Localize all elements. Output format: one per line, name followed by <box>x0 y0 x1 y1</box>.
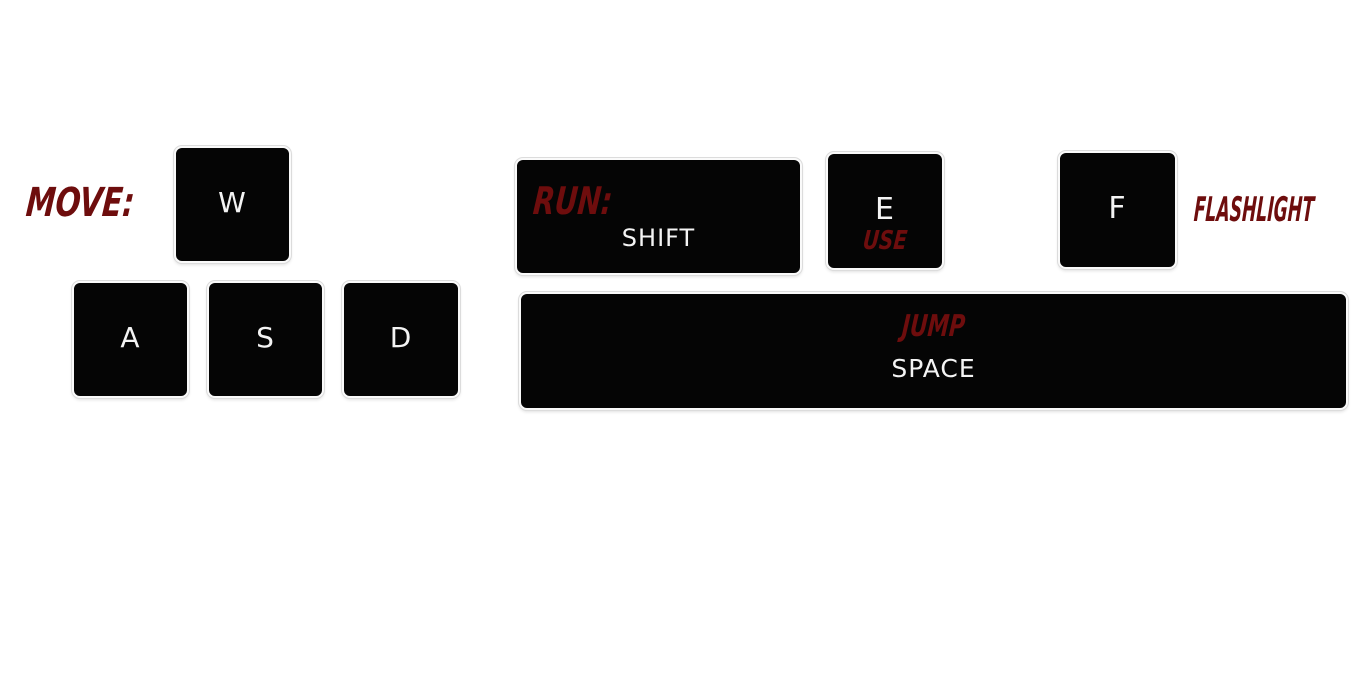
key-space-label: SPACE <box>891 354 976 383</box>
key-space: JUMP SPACE <box>519 292 1348 410</box>
key-w-label: W <box>218 186 247 219</box>
key-e: E USE <box>826 152 944 270</box>
key-w: W <box>174 146 291 263</box>
key-d: D <box>342 281 460 398</box>
key-d-label: D <box>389 321 413 354</box>
move-label: MOVE: <box>24 180 137 226</box>
key-e-label: E <box>875 192 895 227</box>
key-s: S <box>207 281 324 398</box>
key-f: F <box>1058 151 1177 269</box>
key-shift: RUN: SHIFT <box>515 158 802 275</box>
key-s-label: S <box>256 321 275 354</box>
jump-label: JUMP <box>900 309 967 344</box>
use-label: USE <box>861 226 909 256</box>
run-label: RUN: <box>531 179 615 223</box>
key-a: A <box>72 281 189 398</box>
flashlight-label: FLASHLIGHT <box>1192 190 1316 230</box>
key-f-label: F <box>1108 191 1127 226</box>
key-a-label: A <box>120 321 141 354</box>
key-shift-label: SHIFT <box>621 224 696 252</box>
